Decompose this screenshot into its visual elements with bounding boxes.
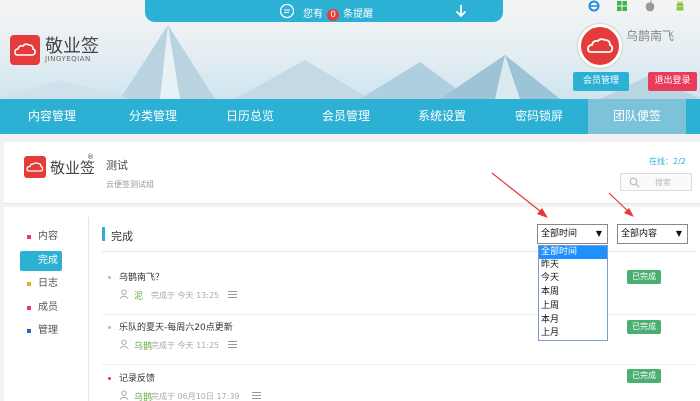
avatar[interactable] — [578, 24, 622, 68]
item-user: 泥 — [134, 292, 144, 302]
brand-subtitle: JINGYEQIAN — [45, 55, 91, 63]
item-title: 乌鹊南飞？ — [119, 273, 165, 283]
search-input[interactable]: 搜索 — [620, 173, 692, 191]
time-option-last-week[interactable]: 上周 — [539, 300, 607, 313]
item-meta: 完成于 今天 13:25 — [151, 291, 220, 300]
nav-content-management[interactable]: 内容管理 — [0, 99, 104, 134]
user-icon — [119, 390, 129, 400]
sidebar-item-label: 内容 — [38, 231, 58, 242]
chat-bubble-icon — [279, 3, 295, 19]
nav-member-management[interactable]: 会员管理 — [298, 99, 394, 134]
brand-logo[interactable] — [10, 35, 40, 65]
user-icon — [119, 339, 129, 349]
team-logo — [24, 156, 46, 178]
bullet-icon — [108, 276, 111, 279]
bullet-icon — [108, 326, 111, 329]
item-title: 乐队的夏天-每周六20点更新 — [119, 323, 233, 333]
sidebar-item-members[interactable]: 成员 — [20, 298, 62, 318]
list-icon[interactable] — [228, 340, 237, 349]
sidebar-item-label: 日志 — [38, 278, 58, 289]
section-accent-bar — [102, 227, 105, 241]
content-filter-value: 全部内容 — [621, 229, 658, 239]
header: 您有 0 条提醒 敬业签 JINGYEQIAN 乌鹊南飞 会员管理 退出登录 — [0, 0, 700, 99]
nav-password-lock[interactable]: 密码锁屏 — [490, 99, 588, 134]
item-user: 乌鹊 — [134, 342, 153, 352]
team-description: 云便签测试组 — [106, 180, 154, 189]
ie-icon[interactable] — [588, 0, 600, 12]
status-badge: 已完成 — [627, 320, 661, 334]
nav-team-notes[interactable]: 团队便签 — [588, 99, 686, 134]
search-icon — [629, 177, 640, 188]
time-option-all[interactable]: 全部时间 — [539, 246, 607, 259]
bullet-icon — [27, 306, 31, 310]
bullet-icon — [27, 282, 31, 286]
notice-text: 您有 0 条提醒 — [303, 9, 374, 21]
username: 乌鹊南飞 — [626, 29, 675, 43]
time-option-this-week[interactable]: 本周 — [539, 286, 607, 299]
time-option-today[interactable]: 今天 — [539, 272, 607, 285]
sidebar-item-label: 成员 — [38, 302, 58, 313]
main-nav: 内容管理 分类管理 日历总览 会员管理 系统设置 密码锁屏 团队便签 — [0, 99, 700, 134]
nav-system-settings[interactable]: 系统设置 — [394, 99, 490, 134]
logout-button[interactable]: 退出登录 — [648, 72, 697, 91]
bullet-icon — [27, 329, 31, 333]
team-card: 敬业签 ® 测试 云便签测试组 在线：2/2 搜索 — [4, 142, 700, 204]
list-item[interactable]: 记录反馈 乌鹊 完成于 06月10日 17:39 — [102, 360, 696, 401]
sidebar-item-manage[interactable]: 管理 — [20, 321, 62, 341]
apple-icon[interactable] — [644, 0, 656, 12]
windows-icon[interactable] — [616, 0, 628, 12]
online-count: 在线：2/2 — [649, 157, 686, 166]
android-icon[interactable] — [674, 0, 686, 12]
member-management-button[interactable]: 会员管理 — [573, 72, 629, 91]
content-filter-select[interactable]: 全部内容 ▼ — [617, 224, 688, 244]
item-meta: 完成于 06月10日 17:39 — [151, 392, 240, 401]
notice-count-badge: 0 — [327, 9, 339, 21]
cloud-icon — [587, 38, 614, 53]
dropdown-arrow-icon: ▼ — [595, 229, 602, 238]
item-meta: 完成于 今天 11:25 — [151, 341, 220, 350]
dropdown-arrow-icon: ▼ — [675, 229, 682, 238]
item-title: 记录反馈 — [119, 374, 156, 384]
section-title: 完成 — [111, 230, 133, 243]
sidebar-divider — [88, 217, 89, 401]
status-badge: 已完成 — [627, 270, 661, 284]
list-icon[interactable] — [228, 290, 237, 299]
sidebar-item-done[interactable]: 完成 — [20, 251, 62, 271]
nav-category-management[interactable]: 分类管理 — [104, 99, 202, 134]
cloud-icon — [26, 162, 44, 172]
nav-calendar-overview[interactable]: 日历总览 — [202, 99, 298, 134]
bullet-icon — [27, 235, 31, 239]
cloud-icon — [14, 43, 37, 56]
time-filter-select[interactable]: 全部时间 ▼ — [537, 224, 608, 244]
status-badge: 已完成 — [627, 369, 661, 383]
team-name: 测试 — [106, 159, 128, 172]
notice-bar[interactable]: 您有 0 条提醒 — [145, 0, 503, 22]
sidebar-item-log[interactable]: 日志 — [20, 274, 62, 294]
sidebar-item-content[interactable]: 内容 — [20, 227, 62, 247]
registered-mark: ® — [87, 153, 94, 161]
arrow-down-icon[interactable] — [454, 3, 468, 19]
time-filter-value: 全部时间 — [541, 229, 578, 239]
bullet-icon — [27, 259, 31, 263]
time-option-yesterday[interactable]: 昨天 — [539, 259, 607, 272]
item-user: 乌鹊 — [134, 393, 153, 401]
content-panel: 内容 完成 日志 成员 管理 完成 全部时间 ▼ 全部内容 ▼ 乌鹊南飞？ 泥 … — [4, 207, 700, 401]
time-filter-dropdown: 全部时间 昨天 今天 本周 上周 本月 上月 — [538, 245, 608, 341]
time-option-this-month[interactable]: 本月 — [539, 314, 607, 327]
user-icon — [119, 289, 129, 299]
sidebar-item-label: 完成 — [38, 255, 58, 266]
sidebar-item-label: 管理 — [38, 325, 58, 336]
bullet-icon — [108, 377, 111, 380]
list-icon[interactable] — [252, 391, 261, 400]
search-placeholder: 搜索 — [655, 178, 671, 187]
time-option-last-month[interactable]: 上月 — [539, 327, 607, 340]
platform-icons — [584, 0, 694, 14]
